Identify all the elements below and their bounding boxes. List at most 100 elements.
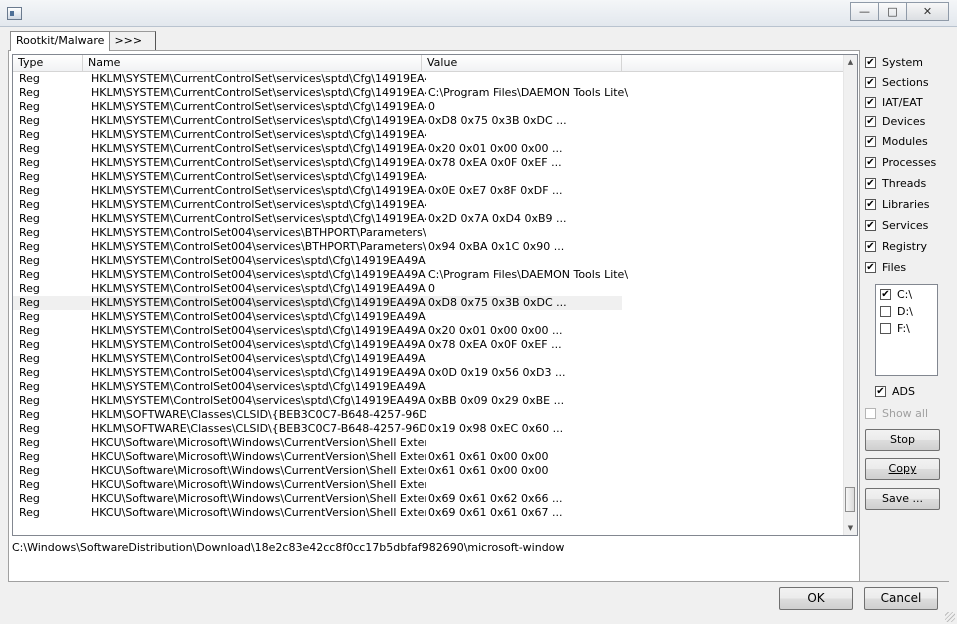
bottom-divider — [8, 581, 949, 582]
table-row[interactable]: Reg HKLM\SYSTEM\CurrentControlSet\service… — [13, 184, 844, 198]
table-row[interactable]: Reg HKCU\Software\Microsoft\Windows\Curre… — [13, 492, 844, 506]
option-registry[interactable]: ✔ Registry — [865, 240, 927, 253]
table-row[interactable]: Reg HKLM\SOFTWARE\Classes\CLSID\{BEB3C0C7… — [13, 422, 844, 436]
table-row[interactable]: Reg HKLM\SYSTEM\CurrentControlSet\service… — [13, 198, 844, 212]
ads-checkbox[interactable]: ✔ — [875, 386, 886, 397]
checkbox[interactable]: ✔ — [865, 157, 876, 168]
close-button[interactable]: ✕ — [906, 2, 949, 21]
table-row[interactable]: Reg HKLM\SYSTEM\CurrentControlSet\service… — [13, 156, 844, 170]
cell-value: 0x20 0x01 0x00 0x00 ... — [428, 324, 563, 337]
tab-more[interactable]: >>> — [109, 31, 157, 50]
option-processes[interactable]: ✔ Processes — [865, 156, 936, 169]
cell-type: Reg — [19, 114, 40, 127]
drive-checkbox[interactable] — [880, 306, 891, 317]
option-modules[interactable]: ✔ Modules — [865, 135, 928, 148]
cancel-button[interactable]: Cancel — [864, 587, 938, 610]
option-files[interactable]: ✔ Files — [865, 261, 906, 274]
minimize-button[interactable]: — — [850, 2, 879, 21]
cell-type: Reg — [19, 268, 40, 281]
table-row[interactable]: Reg HKCU\Software\Microsoft\Windows\Curre… — [13, 464, 844, 478]
cell-type: Reg — [19, 198, 40, 211]
table-row[interactable]: Reg HKLM\SYSTEM\ControlSet004\services\sp… — [13, 352, 844, 366]
table-row[interactable]: Reg HKLM\SYSTEM\ControlSet004\services\sp… — [13, 338, 844, 352]
checkbox[interactable]: ✔ — [865, 262, 876, 273]
table-row[interactable]: Reg HKLM\SYSTEM\CurrentControlSet\service… — [13, 170, 844, 184]
table-row[interactable]: Reg HKLM\SYSTEM\CurrentControlSet\service… — [13, 100, 844, 114]
checkbox[interactable]: ✔ — [865, 116, 876, 127]
table-row[interactable]: Reg HKLM\SYSTEM\ControlSet004\services\BT… — [13, 240, 844, 254]
option-devices[interactable]: ✔ Devices — [865, 115, 925, 128]
checkbox[interactable]: ✔ — [865, 136, 876, 147]
table-row[interactable]: Reg HKLM\SYSTEM\CurrentControlSet\service… — [13, 86, 844, 100]
drive-item[interactable]: ✔ C:\ — [880, 288, 912, 301]
vertical-scrollbar[interactable]: ▲ ▼ — [843, 55, 857, 535]
option-label: Libraries — [882, 198, 930, 211]
checkbox[interactable]: ✔ — [865, 97, 876, 108]
option-sections[interactable]: ✔ Sections — [865, 76, 929, 89]
table-row[interactable]: Reg HKCU\Software\Microsoft\Windows\Curre… — [13, 436, 844, 450]
ads-checkbox-row[interactable]: ✔ ADS — [875, 385, 915, 398]
option-threads[interactable]: ✔ Threads — [865, 177, 926, 190]
cell-type: Reg — [19, 450, 40, 463]
column-header-type[interactable]: Type — [13, 55, 83, 71]
table-row[interactable]: Reg HKLM\SYSTEM\CurrentControlSet\service… — [13, 142, 844, 156]
table-row[interactable]: Reg HKLM\SYSTEM\ControlSet004\services\sp… — [13, 268, 844, 282]
checkbox[interactable]: ✔ — [865, 77, 876, 88]
checkbox[interactable]: ✔ — [865, 199, 876, 210]
option-services[interactable]: ✔ Services — [865, 219, 928, 232]
checkbox[interactable]: ✔ — [865, 178, 876, 189]
copy-button[interactable]: Copy — [865, 458, 940, 480]
maximize-button[interactable]: □ — [878, 2, 907, 21]
option-iat-eat[interactable]: ✔ IAT/EAT — [865, 96, 923, 109]
stop-button[interactable]: Stop — [865, 429, 940, 451]
column-header-name[interactable]: Name — [83, 55, 422, 71]
drive-checkbox[interactable] — [880, 323, 891, 334]
cell-type: Reg — [19, 212, 40, 225]
cell-name: HKLM\SYSTEM\ControlSet004\services\BTHPO… — [91, 240, 426, 253]
cell-name: HKLM\SYSTEM\ControlSet004\services\sptd\… — [91, 296, 426, 309]
drive-list[interactable]: ✔ C:\ D:\ F:\ — [875, 284, 938, 376]
table-row[interactable]: Reg HKLM\SYSTEM\ControlSet004\services\sp… — [13, 366, 844, 380]
table-row[interactable]: Reg HKLM\SYSTEM\ControlSet004\services\sp… — [13, 380, 844, 394]
scroll-thumb[interactable] — [845, 487, 855, 512]
table-row[interactable]: Reg HKLM\SYSTEM\CurrentControlSet\service… — [13, 72, 844, 86]
table-row[interactable]: Reg HKLM\SYSTEM\ControlSet004\services\sp… — [13, 296, 622, 310]
drive-item[interactable]: D:\ — [880, 305, 913, 318]
title-bar[interactable]: — □ ✕ — [0, 0, 957, 27]
cell-value: C:\Program Files\DAEMON Tools Lite\ — [428, 268, 629, 281]
table-row[interactable]: Reg HKLM\SYSTEM\CurrentControlSet\service… — [13, 212, 844, 226]
table-row[interactable]: Reg HKLM\SYSTEM\CurrentControlSet\service… — [13, 128, 844, 142]
checkbox[interactable]: ✔ — [865, 241, 876, 252]
column-header-value[interactable]: Value — [422, 55, 622, 71]
tab-bar: Rootkit/Malware >>> — [10, 31, 157, 51]
table-row[interactable]: Reg HKLM\SYSTEM\ControlSet004\services\sp… — [13, 254, 844, 268]
results-list[interactable]: Type Name Value Reg HKLM\SYSTEM\CurrentCo… — [12, 54, 858, 536]
cell-value: 0x61 0x61 0x00 0x00 — [428, 464, 549, 477]
check-mark-icon: ✔ — [876, 385, 885, 397]
table-row[interactable]: Reg HKLM\SYSTEM\ControlSet004\services\BT… — [13, 226, 844, 240]
table-row[interactable]: Reg HKLM\SYSTEM\ControlSet004\services\sp… — [13, 310, 844, 324]
table-row[interactable]: Reg HKLM\SYSTEM\ControlSet004\services\sp… — [13, 282, 844, 296]
checkbox[interactable]: ✔ — [865, 220, 876, 231]
option-label: Processes — [882, 156, 937, 169]
save-button[interactable]: Save ... — [865, 488, 940, 510]
table-row[interactable]: Reg HKLM\SOFTWARE\Classes\CLSID\{BEB3C0C7… — [13, 408, 844, 422]
drive-checkbox[interactable]: ✔ — [880, 289, 891, 300]
scroll-down-arrow-icon[interactable]: ▼ — [844, 521, 857, 535]
table-row[interactable]: Reg HKLM\SYSTEM\ControlSet004\services\sp… — [13, 394, 844, 408]
table-row[interactable]: Reg HKLM\SYSTEM\ControlSet004\services\sp… — [13, 324, 844, 338]
show-all-label: Show all — [882, 407, 929, 420]
drive-item[interactable]: F:\ — [880, 322, 910, 335]
option-system[interactable]: ✔ System — [865, 56, 923, 69]
cell-value: 0x19 0x98 0xEC 0x60 ... — [428, 422, 564, 435]
option-libraries[interactable]: ✔ Libraries — [865, 198, 930, 211]
table-row[interactable]: Reg HKCU\Software\Microsoft\Windows\Curre… — [13, 506, 844, 520]
checkbox[interactable]: ✔ — [865, 57, 876, 68]
table-row[interactable]: Reg HKCU\Software\Microsoft\Windows\Curre… — [13, 478, 844, 492]
table-row[interactable]: Reg HKCU\Software\Microsoft\Windows\Curre… — [13, 450, 844, 464]
resize-grip-icon[interactable] — [945, 612, 955, 622]
ok-button[interactable]: OK — [779, 587, 853, 610]
scroll-up-arrow-icon[interactable]: ▲ — [844, 55, 857, 69]
tab-rootkit-malware[interactable]: Rootkit/Malware — [10, 31, 111, 51]
table-row[interactable]: Reg HKLM\SYSTEM\CurrentControlSet\service… — [13, 114, 844, 128]
